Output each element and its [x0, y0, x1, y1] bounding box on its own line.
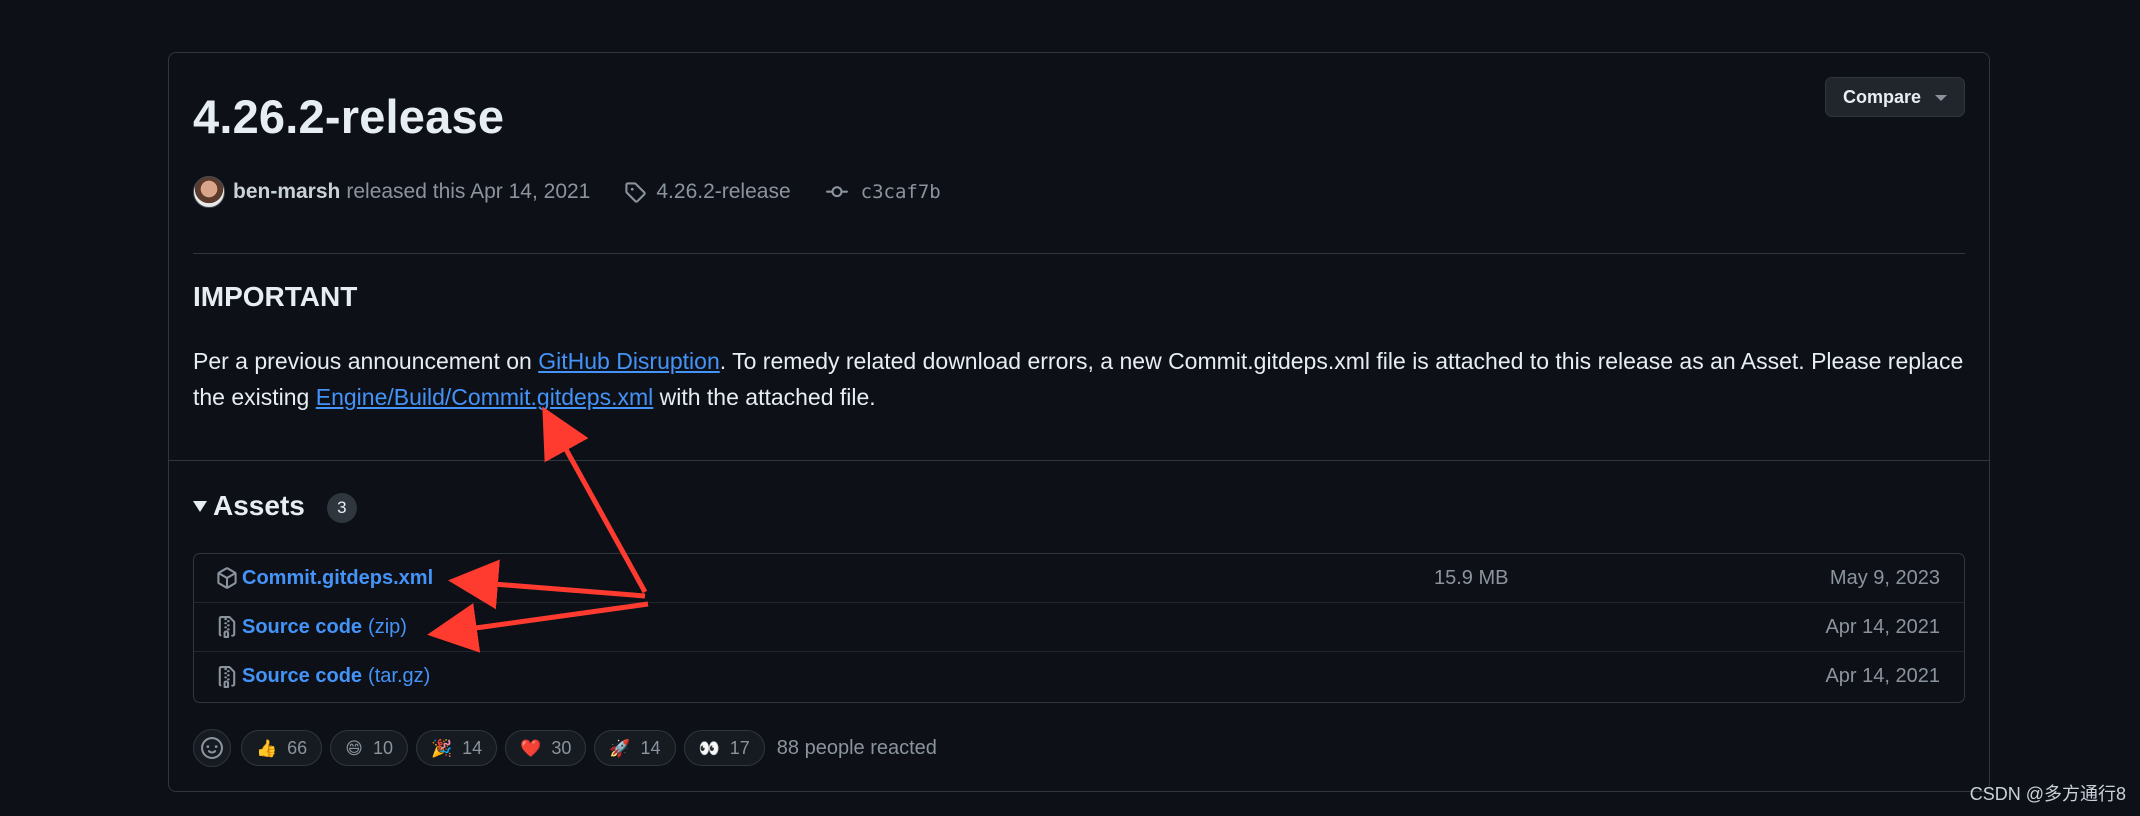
release-title[interactable]: 4.26.2-release	[193, 89, 504, 144]
hooray-icon: 🎉	[430, 738, 453, 758]
reaction-thumbs-up[interactable]: 👍 66	[241, 730, 323, 766]
smiley-icon	[201, 737, 223, 759]
watermark: CSDN @多方通行8	[1969, 784, 2126, 804]
compare-button[interactable]: Compare	[1825, 77, 1965, 117]
reaction-hooray[interactable]: 🎉 14	[415, 730, 498, 766]
assets-toggle[interactable]: Assets 3	[193, 489, 357, 523]
reaction-count: 10	[372, 737, 393, 758]
notes-heading: IMPORTANT	[193, 281, 358, 312]
file-zip-icon	[216, 615, 240, 639]
assets-list: Commit.gitdeps.xml 15.9 MB May 9, 2023 S…	[193, 553, 1965, 703]
add-reaction-button[interactable]	[193, 729, 231, 767]
eyes-icon: 👀	[698, 738, 720, 758]
tag-link[interactable]: 4.26.2-release	[656, 180, 790, 204]
asset-date: Apr 14, 2021	[1825, 665, 1940, 687]
release-meta: ben-marsh released this Apr 14, 2021 4.2…	[193, 175, 941, 209]
asset-date: Apr 14, 2021	[1825, 615, 1940, 638]
assets-count-badge: 3	[326, 493, 357, 523]
package-icon	[216, 566, 240, 590]
rocket-icon: 🚀	[609, 738, 631, 758]
asset-row: Source code (zip) Apr 14, 2021	[194, 603, 1964, 652]
github-disruption-link[interactable]: GitHub Disruption	[538, 348, 720, 374]
release-card: 4.26.2-release Compare ben-marsh release…	[168, 52, 1990, 792]
reaction-eyes[interactable]: 👀 17	[683, 730, 765, 766]
reactions-summary[interactable]: 88 people reacted	[777, 737, 937, 760]
reaction-count: 17	[729, 737, 750, 758]
gitdeps-file-link[interactable]: Engine/Build/Commit.gitdeps.xml	[316, 384, 653, 410]
laugh-icon: 😄	[345, 738, 363, 758]
asset-date: May 9, 2023	[1829, 566, 1940, 589]
asset-format[interactable]: (tar.gz)	[368, 665, 430, 688]
reaction-heart[interactable]: ❤️ 30	[505, 730, 587, 766]
thumbs-up-icon: 👍	[256, 738, 278, 758]
compare-label: Compare	[1842, 86, 1922, 107]
divider	[193, 253, 1965, 254]
avatar[interactable]	[193, 176, 225, 208]
reaction-rocket[interactable]: 🚀 14	[594, 730, 676, 766]
released-text: released this Apr 14, 2021	[346, 180, 591, 203]
notes-text: with the attached file.	[653, 384, 876, 410]
heart-icon: ❤️	[520, 738, 542, 758]
triangle-down-icon	[193, 500, 207, 512]
git-commit-icon	[825, 181, 849, 203]
asset-row: Commit.gitdeps.xml 15.9 MB May 9, 2023	[194, 554, 1964, 603]
reaction-count: 66	[287, 737, 308, 758]
reactions-bar: 👍 66 😄 10 🎉 14 ❤️ 30 🚀 14 👀 17 88 people…	[193, 729, 937, 767]
reaction-count: 14	[640, 737, 661, 758]
notes-text: Per a previous announcement on	[193, 348, 539, 374]
asset-size: 15.9 MB	[1434, 566, 1509, 589]
author-link[interactable]: ben-marsh	[233, 180, 340, 204]
reaction-laugh[interactable]: 😄 10	[330, 730, 408, 766]
release-notes: Per a previous announcement on GitHub Di…	[193, 343, 1973, 415]
reaction-count: 14	[462, 737, 483, 758]
file-zip-icon	[216, 665, 240, 689]
section-divider	[169, 460, 1989, 461]
asset-row: Source code (tar.gz) Apr 14, 2021	[194, 652, 1964, 701]
asset-format[interactable]: (zip)	[368, 616, 407, 639]
assets-title: Assets	[213, 490, 305, 521]
asset-link[interactable]: Source code	[242, 665, 362, 688]
asset-link[interactable]: Commit.gitdeps.xml	[242, 567, 433, 590]
reaction-count: 30	[551, 737, 572, 758]
commit-link[interactable]: c3caf7b	[861, 181, 941, 203]
chevron-down-icon	[1935, 95, 1948, 101]
asset-link[interactable]: Source code	[242, 616, 362, 639]
tag-icon	[624, 181, 647, 203]
